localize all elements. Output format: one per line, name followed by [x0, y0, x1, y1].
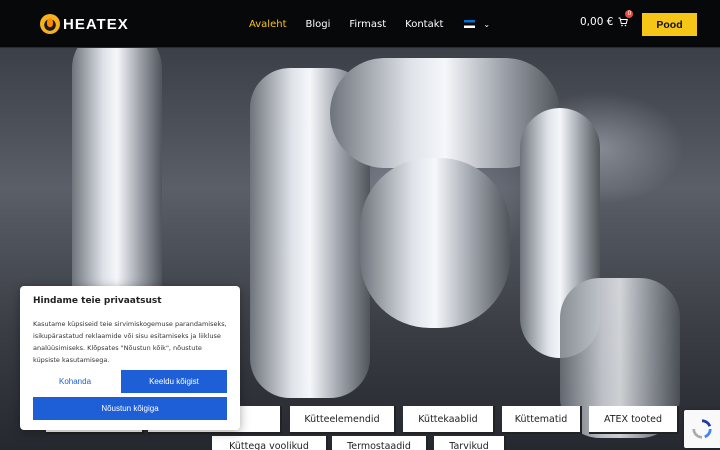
cookie-title: Hindame teie privaatsust — [33, 296, 162, 306]
category-button[interactable]: Tarvikud — [434, 436, 506, 450]
language-selector[interactable]: ⌄ — [464, 20, 490, 29]
logo-text: HEATEX — [63, 15, 129, 33]
accept-all-button[interactable]: Nõustun kõigiga — [33, 397, 227, 420]
category-button[interactable]: Kütteelemendid — [290, 406, 396, 434]
main-nav: Avaleht Blogi Firmast Kontakt ⌄ — [249, 0, 490, 48]
logo[interactable]: HEATEX — [40, 13, 129, 35]
recaptcha-badge[interactable] — [684, 410, 720, 448]
shop-button[interactable]: Pood — [642, 13, 697, 36]
estonian-flag-icon — [464, 20, 476, 28]
cart-count-badge: 0 — [625, 10, 634, 18]
nav-item-kontakt[interactable]: Kontakt — [405, 19, 443, 30]
category-button[interactable]: Küttematid — [502, 406, 582, 434]
nav-item-firmast[interactable]: Firmast — [349, 19, 386, 30]
site-header: HEATEX Avaleht Blogi Firmast Kontakt ⌄ 0… — [0, 0, 720, 48]
flame-logo-icon — [40, 14, 60, 34]
chevron-down-icon: ⌄ — [483, 19, 491, 29]
category-button[interactable]: Küttekaablid — [403, 406, 495, 434]
cart-link[interactable]: 0,00 € 0 — [580, 10, 634, 28]
deny-all-button[interactable]: Keeldu kõigist — [121, 370, 227, 393]
cookie-consent-panel: Hindame teie privaatsust Kasutame küpsis… — [20, 286, 240, 430]
nav-item-avaleht[interactable]: Avaleht — [249, 19, 287, 30]
cart-total: 0,00 € — [580, 16, 614, 28]
cart-icon: 0 — [617, 10, 634, 28]
nav-item-blogi[interactable]: Blogi — [306, 19, 331, 30]
category-button[interactable]: ATEX tooted — [589, 406, 679, 434]
category-button[interactable]: Termostaadid — [332, 436, 428, 450]
category-button[interactable]: Küttega voolikud — [212, 436, 328, 450]
recaptcha-icon — [692, 419, 712, 439]
cookie-buttons: Kohanda Keeldu kõigist Nõustun kõigiga — [33, 370, 227, 420]
hero-duct-bend — [360, 158, 510, 328]
cookie-text: Kasutame küpsiseid teie sirvimiskogemuse… — [33, 320, 227, 364]
customize-button[interactable]: Kohanda — [33, 370, 117, 393]
